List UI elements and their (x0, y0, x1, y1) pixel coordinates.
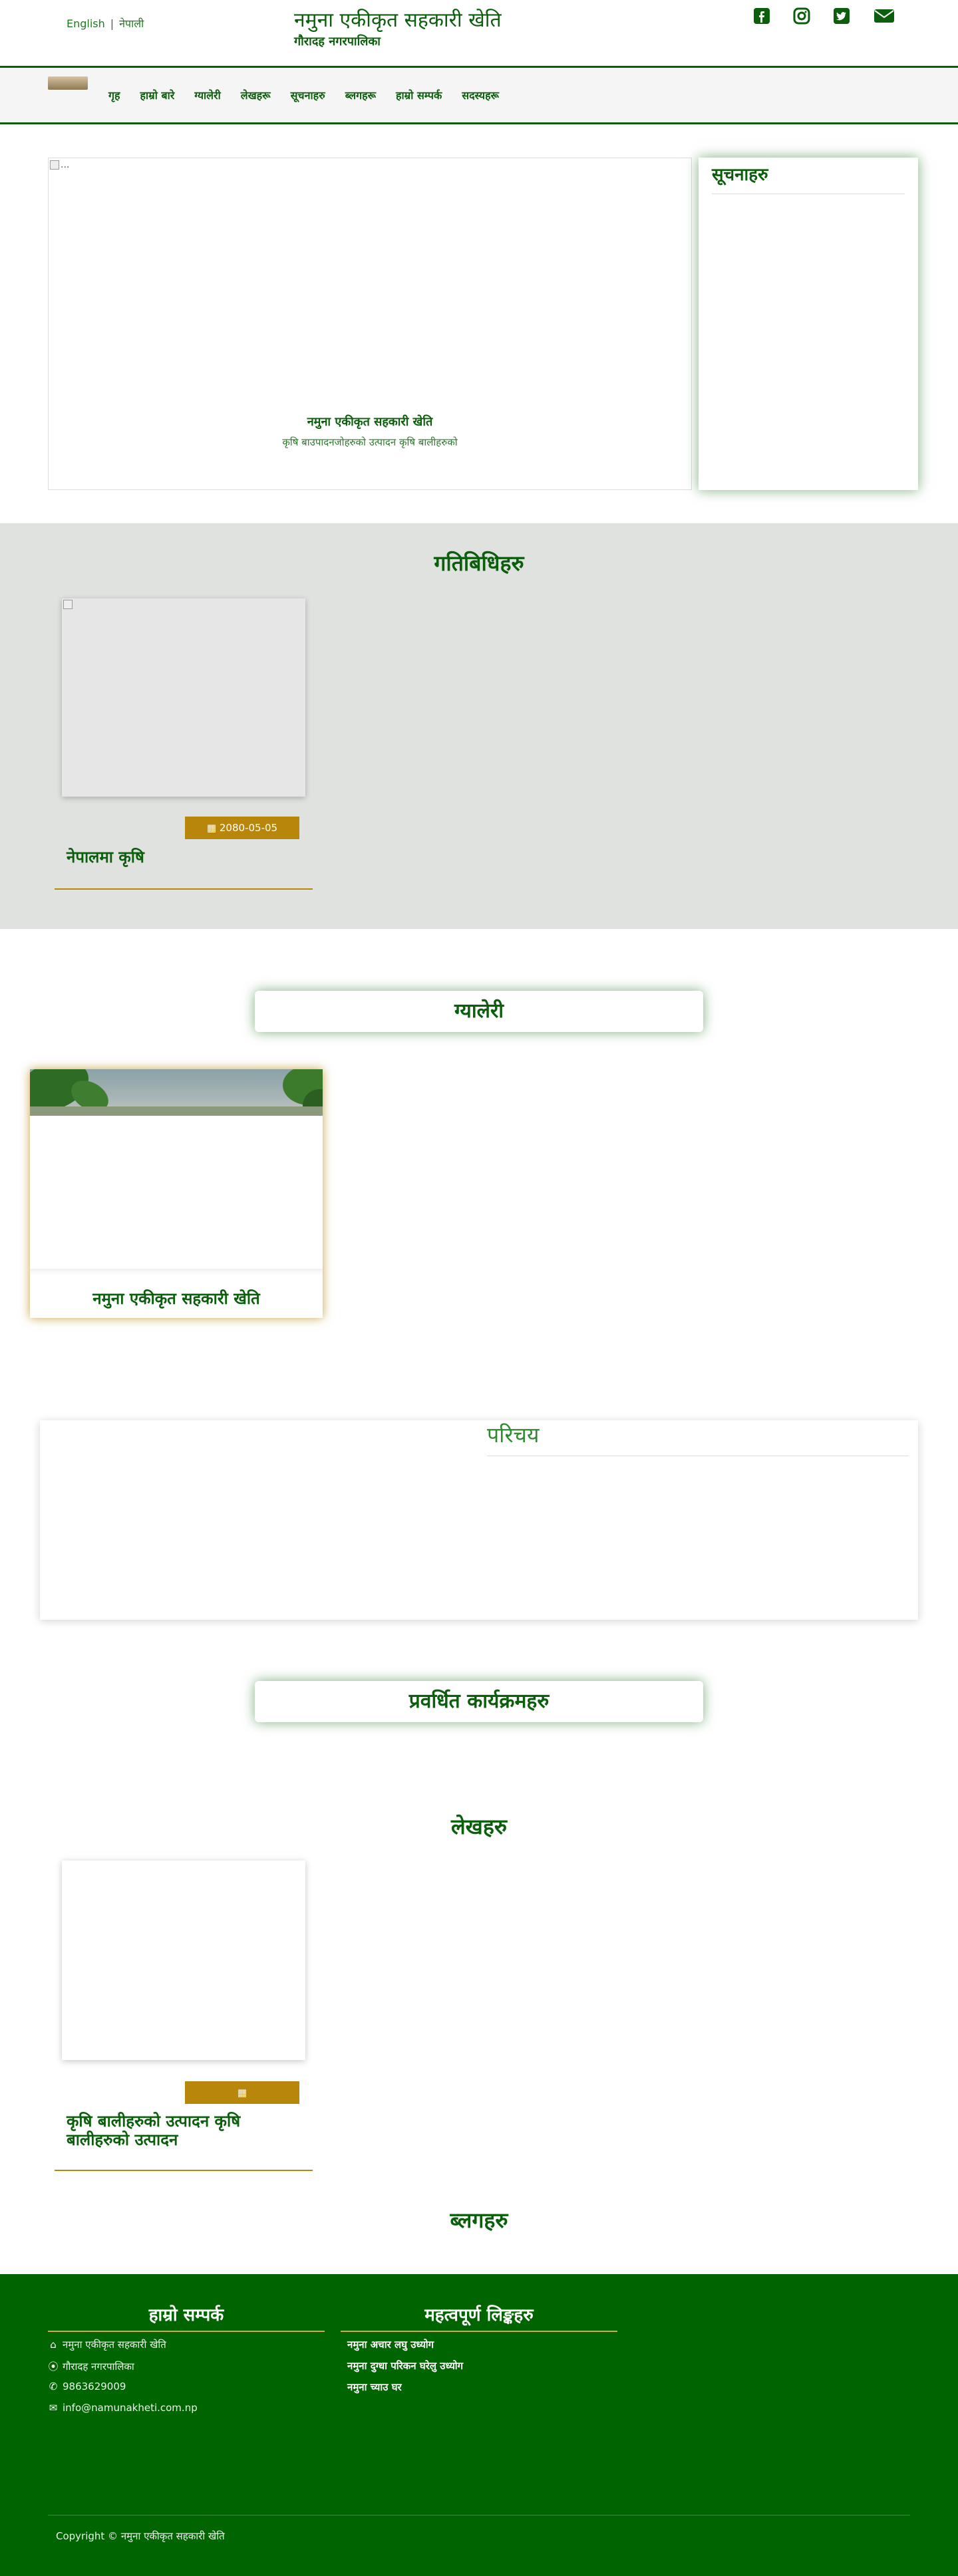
article-date-badge: ▦ (185, 2081, 299, 2104)
intro-section: परिचय (40, 1420, 918, 1620)
hero-caption-title: नमुना एकीकृत सहकारी खेति (307, 415, 433, 429)
home-icon: ⌂ (50, 2339, 57, 2351)
footer-contact-phone: ✆ 9863629009 (48, 2381, 126, 2392)
calendar-icon: ▦ (206, 822, 217, 834)
nav-item-about[interactable]: हाम्रो बारे (140, 88, 175, 102)
gallery-card[interactable]: नमुना एकीकृत सहकारी खेति (30, 1069, 323, 1318)
gallery-title: ग्यालेरी (255, 991, 703, 1032)
footer-contact-underline (48, 2331, 325, 2332)
facebook-square-icon[interactable] (752, 5, 772, 27)
broken-image-icon (63, 600, 73, 609)
gallery-photo (30, 1069, 323, 1116)
activity-date-badge: ▦ 2080-05-05 (185, 817, 299, 839)
instagram-icon[interactable] (792, 5, 812, 27)
activity-card-image[interactable] (62, 598, 305, 797)
hero-caption-text: कृषि बाउपादनजोहरुको उत्पादन कृषि बालीहरु… (282, 436, 458, 448)
nav-menu: गृह हाम्रो बारे ग्यालेरी लेखहरू सूचनाहरु… (108, 88, 519, 102)
lang-english-link[interactable]: English (67, 17, 105, 30)
article-card-image[interactable] (62, 1861, 305, 2060)
nav-item-blogs[interactable]: ब्लगहरू (345, 88, 376, 102)
footer-link-pickle[interactable]: नमुना अचार लघु उध्योग (347, 2338, 434, 2351)
footer-links-underline (341, 2331, 617, 2332)
footer-links-title: महत्वपूर्ण लिङ्कहरु (424, 2305, 534, 2325)
phone-icon: ✆ (49, 2381, 58, 2392)
footer-contact-address-text: गौरादह नगरपालिका (63, 2360, 134, 2373)
activity-card-underline (55, 888, 313, 890)
footer-contact-address: ⦿ गौरादह नगरपालिका (48, 2359, 134, 2373)
footer-contact-title: हाम्रो सम्पर्क (148, 2305, 224, 2325)
nav-item-members[interactable]: सदस्यहरू (462, 88, 499, 102)
nav-item-contact[interactable]: हाम्रो सम्पर्क (396, 88, 442, 102)
article-card-underline (55, 2170, 313, 2171)
article-heading-line2: बालीहरुको उत्पादन (67, 2130, 178, 2149)
activity-date: 2080-05-05 (219, 822, 278, 834)
intro-title: परिचय (487, 1422, 540, 1448)
footer-link-dairy[interactable]: नमुना दुग्धा परिकन घरेलु उध्योग (347, 2359, 463, 2373)
notices-panel: सूचनाहरु (699, 158, 918, 490)
hero-alt-text: ... (61, 160, 70, 170)
footer: हाम्रो सम्पर्क महत्वपूर्ण लिङ्कहरु ⌂ नमुन… (0, 2274, 958, 2576)
lang-nepali-link[interactable]: नेपाली (119, 17, 144, 30)
envelope-icon: ✉ (49, 2402, 58, 2414)
footer-contact-email: ✉ info@namunakheti.com.np (48, 2402, 198, 2414)
nav-item-notices[interactable]: सूचनाहरु (291, 88, 325, 102)
articles-title: लेखहरु (450, 1814, 507, 1839)
nav-item-articles[interactable]: लेखहरू (241, 88, 271, 102)
main-navigation: गृह हाम्रो बारे ग्यालेरी लेखहरू सूचनाहरु… (0, 66, 958, 124)
footer-contact-name: ⌂ नमुना एकीकृत सहकारी खेति (48, 2338, 166, 2351)
twitter-square-icon[interactable] (832, 5, 852, 27)
nav-item-home[interactable]: गृह (108, 88, 120, 102)
footer-contact-email-text[interactable]: info@namunakheti.com.np (63, 2402, 198, 2414)
copyright-text: Copyright © नमुना एकीकृत सहकारी खेति (56, 2530, 225, 2542)
programs-title: प्रवर्धित कार्यक्रमहरु (255, 1681, 703, 1722)
broken-image-icon: ... (50, 160, 69, 170)
site-subtitle: गौरादह नगरपालिका (294, 35, 381, 49)
notices-divider (712, 193, 905, 194)
footer-contact-name-text: नमुना एकीकृत सहकारी खेति (63, 2339, 166, 2351)
gallery-caption-shade (30, 1269, 323, 1275)
language-switcher: English | नेपाली (67, 16, 144, 31)
site-title[interactable]: नमुना एकीकृत सहकारी खेति (294, 5, 502, 33)
activity-card-heading[interactable]: नेपालमा कृषि (67, 846, 144, 868)
envelope-icon[interactable] (873, 5, 895, 27)
gallery-caption: नमुना एकीकृत सहकारी खेति (92, 1289, 260, 1308)
lang-separator: | (110, 17, 114, 30)
footer-contact-phone-text[interactable]: 9863629009 (63, 2381, 126, 2392)
footer-link-mushroom[interactable]: नमुना च्याउ घर (347, 2381, 402, 2394)
article-card-heading[interactable]: कृषि बालीहरुको उत्पादन कृषि बालीहरुको उत… (67, 2112, 306, 2149)
map-marker-icon: ⦿ (48, 2361, 59, 2373)
nav-item-gallery[interactable]: ग्यालेरी (194, 88, 220, 102)
article-heading-line1: कृषि बालीहरुको उत्पादन कृषि (67, 2112, 241, 2130)
activities-title: गतिबिधिहरु (434, 551, 524, 576)
site-logo[interactable] (48, 76, 88, 90)
notices-title: सूचनाहरु (712, 165, 768, 185)
blogs-title: ब्लगहरु (450, 2208, 508, 2233)
calendar-icon: ▦ (237, 2087, 247, 2099)
